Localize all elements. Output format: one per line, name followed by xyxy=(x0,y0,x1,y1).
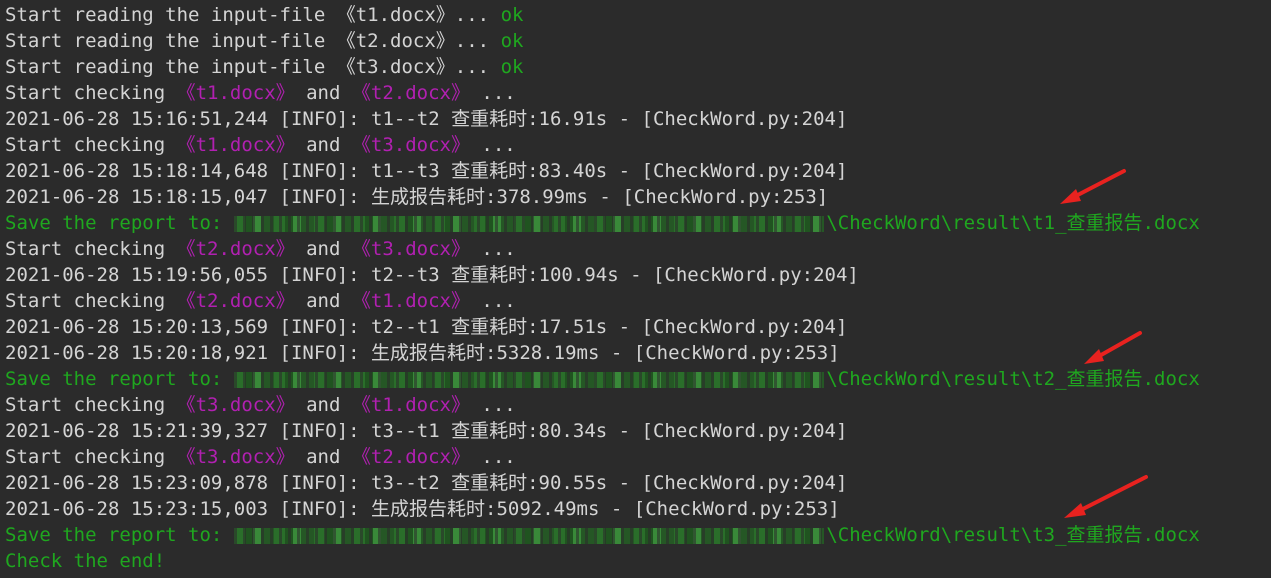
line-segment: and xyxy=(294,82,352,104)
terminal-line: Start reading the input-file 《t1.docx》..… xyxy=(5,2,523,28)
line-segment: \CheckWord\result\t1_查重报告.docx xyxy=(826,212,1200,234)
line-segment: and xyxy=(294,134,352,156)
line-segment: ok xyxy=(500,56,524,78)
terminal-line: 2021-06-28 15:16:51,244 [INFO]: t1--t2 查… xyxy=(5,106,847,132)
line-segment: and xyxy=(294,238,352,260)
line-segment: 《t3.docx》 xyxy=(351,238,470,260)
line-segment: 《t1.docx》 xyxy=(351,290,470,312)
terminal-line: 2021-06-28 15:18:15,047 [INFO]: 生成报告耗时:3… xyxy=(5,184,828,210)
terminal-line: 2021-06-28 15:19:56,055 [INFO]: t2--t3 查… xyxy=(5,262,859,288)
line-segment: Start checking xyxy=(5,290,177,312)
terminal-line: Start reading the input-file 《t2.docx》..… xyxy=(5,28,523,54)
line-segment: 《t2.docx》 xyxy=(351,446,470,468)
line-segment: Start reading the input-file 《t3.docx》..… xyxy=(5,56,501,78)
line-segment: Start checking xyxy=(5,82,177,104)
line-segment: 《t1.docx》 xyxy=(351,394,470,416)
terminal-output: Start reading the input-file 《t1.docx》..… xyxy=(0,0,1271,578)
terminal-line: Save the report to: \CheckWord\result\t2_… xyxy=(5,366,1200,392)
line-segment: ... xyxy=(469,238,516,260)
terminal-line: 2021-06-28 15:21:39,327 [INFO]: t3--t1 查… xyxy=(5,418,847,444)
terminal-line: 2021-06-28 15:20:13,569 [INFO]: t2--t1 查… xyxy=(5,314,847,340)
line-segment: 2021-06-28 15:19:56,055 [INFO]: t2--t3 查… xyxy=(5,264,859,286)
red-arrow-icon xyxy=(1084,331,1142,364)
red-arrow-icon xyxy=(1064,475,1148,518)
terminal-line: Save the report to: \CheckWord\result\t1_… xyxy=(5,210,1200,236)
line-segment: 2021-06-28 15:23:15,003 [INFO]: 生成报告耗时:5… xyxy=(5,498,840,520)
line-segment: 《t2.docx》 xyxy=(176,290,295,312)
line-segment: Check the end! xyxy=(5,550,166,572)
terminal-line: Start checking 《t2.docx》 and 《t3.docx》 .… xyxy=(5,236,516,262)
line-segment: 2021-06-28 15:18:15,047 [INFO]: 生成报告耗时:3… xyxy=(5,186,829,208)
line-segment: 《t3.docx》 xyxy=(176,394,295,416)
line-segment: Start checking xyxy=(5,394,177,416)
red-arrow-icon xyxy=(1060,169,1126,204)
terminal-line: Save the report to: \CheckWord\result\t3_… xyxy=(5,522,1200,548)
terminal-line: Start checking 《t2.docx》 and 《t1.docx》 .… xyxy=(5,288,516,314)
line-segment: 2021-06-28 15:20:13,569 [INFO]: t2--t1 查… xyxy=(5,316,848,338)
line-segment: 2021-06-28 15:18:14,648 [INFO]: t1--t3 查… xyxy=(5,160,848,182)
terminal-line: 2021-06-28 15:23:09,878 [INFO]: t3--t2 查… xyxy=(5,470,847,496)
line-segment: 《t2.docx》 xyxy=(176,238,295,260)
line-segment: 2021-06-28 15:16:51,244 [INFO]: t1--t2 查… xyxy=(5,108,848,130)
redacted-path xyxy=(234,215,825,232)
terminal-line: Start checking 《t1.docx》 and 《t3.docx》 .… xyxy=(5,132,516,158)
terminal-line: 2021-06-28 15:18:14,648 [INFO]: t1--t3 查… xyxy=(5,158,847,184)
line-segment: ... xyxy=(469,134,516,156)
line-segment: Save the report to: xyxy=(5,368,223,390)
line-segment: Save the report to: xyxy=(5,212,223,234)
redacted-path xyxy=(234,371,825,388)
redacted-path xyxy=(234,527,825,544)
terminal-line: Start checking 《t1.docx》 and 《t2.docx》 .… xyxy=(5,80,516,106)
line-segment: ok xyxy=(500,4,524,26)
line-segment: Start checking xyxy=(5,446,177,468)
line-segment: 《t3.docx》 xyxy=(176,446,295,468)
line-segment: 《t1.docx》 xyxy=(176,134,295,156)
line-segment: 2021-06-28 15:21:39,327 [INFO]: t3--t1 查… xyxy=(5,420,848,442)
line-segment: 《t2.docx》 xyxy=(351,82,470,104)
line-segment: Start checking xyxy=(5,134,177,156)
line-segment: \CheckWord\result\t3_查重报告.docx xyxy=(826,524,1200,546)
line-segment: 2021-06-28 15:23:09,878 [INFO]: t3--t2 查… xyxy=(5,472,848,494)
line-segment: 2021-06-28 15:20:18,921 [INFO]: 生成报告耗时:5… xyxy=(5,342,840,364)
terminal-line: Start checking 《t3.docx》 and 《t1.docx》 .… xyxy=(5,392,516,418)
line-segment: ... xyxy=(469,446,516,468)
terminal-line: 2021-06-28 15:23:15,003 [INFO]: 生成报告耗时:5… xyxy=(5,496,840,522)
line-segment: and xyxy=(294,446,352,468)
terminal-line: Check the end! xyxy=(5,548,165,574)
line-segment: Save the report to: xyxy=(5,524,223,546)
line-segment: \CheckWord\result\t2_查重报告.docx xyxy=(826,368,1200,390)
line-segment: Start checking xyxy=(5,238,177,260)
line-segment: Start reading the input-file 《t1.docx》..… xyxy=(5,4,501,26)
line-segment: 《t3.docx》 xyxy=(351,134,470,156)
terminal-line: 2021-06-28 15:20:18,921 [INFO]: 生成报告耗时:5… xyxy=(5,340,840,366)
line-segment: Start reading the input-file 《t2.docx》..… xyxy=(5,30,501,52)
line-segment: ... xyxy=(469,290,516,312)
terminal-line: Start checking 《t3.docx》 and 《t2.docx》 .… xyxy=(5,444,516,470)
line-segment: and xyxy=(294,290,352,312)
line-segment: ... xyxy=(469,394,516,416)
line-segment: and xyxy=(294,394,352,416)
line-segment: ... xyxy=(469,82,516,104)
line-segment: 《t1.docx》 xyxy=(176,82,295,104)
terminal-line: Start reading the input-file 《t3.docx》..… xyxy=(5,54,523,80)
line-segment: ok xyxy=(500,30,524,52)
